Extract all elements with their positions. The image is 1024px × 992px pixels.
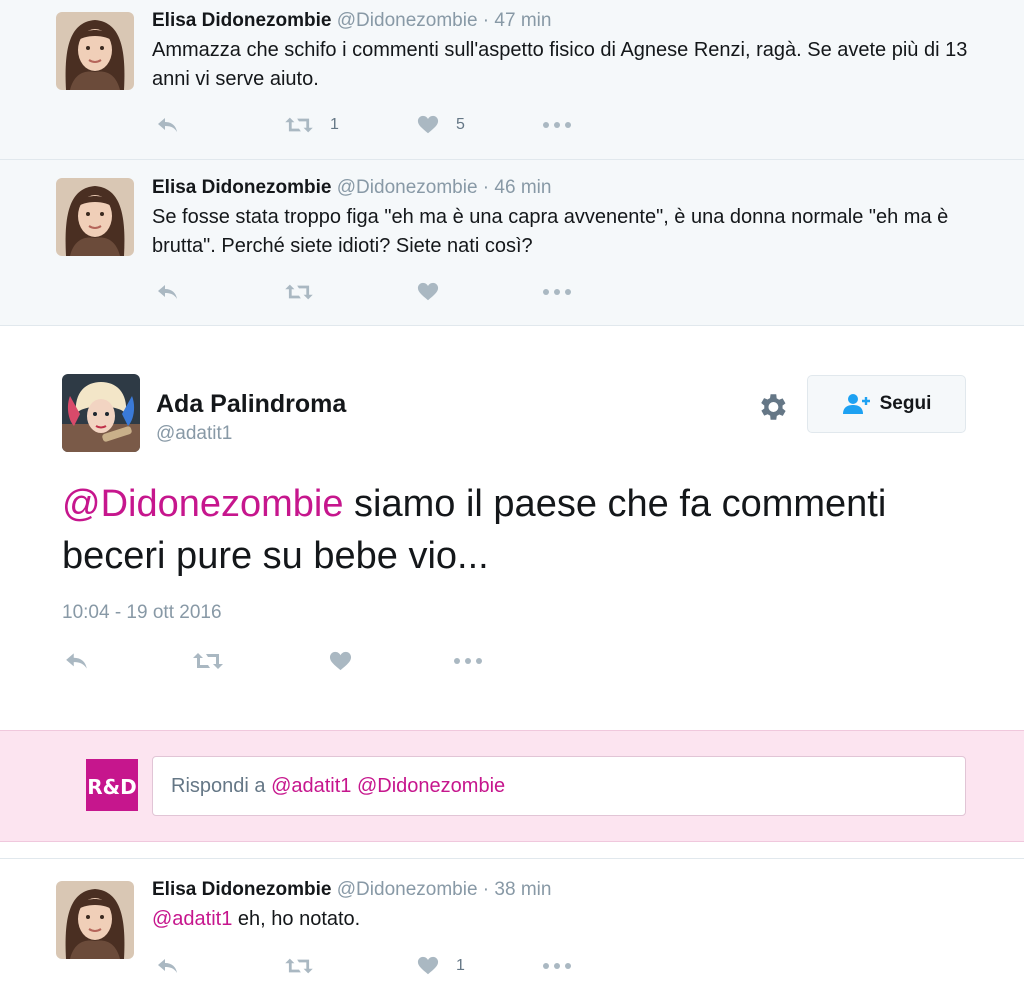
reply-icon xyxy=(156,280,180,304)
main-tweet: Ada Palindroma @adatit1 Segui @Didonezom… xyxy=(0,326,1024,730)
tweet-text: @adatit1 eh, ho notato. xyxy=(152,905,992,934)
avatar-logo-text: R&D xyxy=(87,775,136,799)
reply-icon xyxy=(64,648,90,674)
heart-icon xyxy=(328,650,353,673)
like-count: 1 xyxy=(456,957,465,974)
retweet-button[interactable] xyxy=(192,646,224,676)
avatar[interactable] xyxy=(56,881,134,959)
author-name[interactable]: Elisa Didonezombie xyxy=(152,879,331,900)
like-button[interactable]: 5 xyxy=(416,110,465,140)
retweet-icon xyxy=(192,649,224,673)
reply-placeholder-prefix: Rispondi a xyxy=(171,774,266,797)
avatar-photo xyxy=(56,178,134,256)
retweet-count: 1 xyxy=(330,116,339,133)
heart-icon xyxy=(416,114,440,136)
like-count: 5 xyxy=(456,116,465,133)
retweet-button[interactable] xyxy=(284,951,314,981)
follow-button[interactable]: Segui xyxy=(807,375,966,433)
heart-icon xyxy=(416,955,440,977)
tweet-body: eh, ho notato. xyxy=(232,908,361,930)
tweet-header: Elisa Didonezombie @Didonezombie · 47 mi… xyxy=(152,10,551,32)
separator-dot: · xyxy=(482,177,490,198)
tweet-header: Elisa Didonezombie @Didonezombie · 46 mi… xyxy=(152,177,551,199)
reply-composer: R&D Rispondi a @adatit1 @Didonezombie xyxy=(0,730,1024,842)
tweet-timestamp[interactable]: 10:04 - 19 ott 2016 xyxy=(62,602,222,624)
author-name[interactable]: Elisa Didonezombie xyxy=(152,10,331,31)
tweet-actions xyxy=(62,646,662,678)
more-button[interactable] xyxy=(452,646,484,676)
retweet-button[interactable]: 1 xyxy=(284,110,339,140)
context-tweet-2[interactable]: Elisa Didonezombie @Didonezombie · 46 mi… xyxy=(0,160,1024,326)
avatar-photo xyxy=(56,881,134,959)
more-icon xyxy=(542,288,572,296)
avatar[interactable] xyxy=(56,178,134,256)
mention-link[interactable]: @Didonezombie xyxy=(62,483,344,525)
more-button[interactable] xyxy=(542,110,572,140)
gear-icon xyxy=(761,394,786,420)
tweet-text: @Didonezombie siamo il paese che fa comm… xyxy=(62,478,982,582)
current-user-avatar-logo: R&D xyxy=(86,759,138,811)
reply-button[interactable] xyxy=(64,646,90,676)
avatar[interactable] xyxy=(62,374,140,452)
author-handle[interactable]: @Didonezombie xyxy=(337,10,478,31)
follow-label: Segui xyxy=(879,393,932,414)
retweet-icon xyxy=(284,114,314,136)
current-user-avatar[interactable]: R&D xyxy=(86,759,138,811)
like-button[interactable] xyxy=(328,646,353,676)
mention-link[interactable]: @adatit1 xyxy=(152,908,232,930)
reply-tweet[interactable]: Elisa Didonezombie @Didonezombie · 38 mi… xyxy=(0,858,1024,992)
author-handle[interactable]: @Didonezombie xyxy=(337,879,478,900)
avatar[interactable] xyxy=(56,12,134,90)
author-name[interactable]: Elisa Didonezombie xyxy=(152,177,331,198)
tweet-text: Ammazza che schifo i commenti sull'aspet… xyxy=(152,39,968,90)
retweet-icon xyxy=(284,281,314,303)
reply-button[interactable] xyxy=(156,951,180,981)
more-button[interactable] xyxy=(542,277,572,307)
author-handle[interactable]: @adatit1 xyxy=(156,423,232,445)
tweet-actions xyxy=(152,277,752,307)
heart-icon xyxy=(416,281,440,303)
tweet-actions: 1 xyxy=(152,951,752,981)
avatar-photo xyxy=(56,12,134,90)
more-icon xyxy=(542,121,572,129)
author-handle[interactable]: @Didonezombie xyxy=(337,177,478,198)
more-button[interactable] xyxy=(542,951,572,981)
retweet-button[interactable] xyxy=(284,277,330,307)
reply-button[interactable] xyxy=(156,110,180,140)
separator-dot: · xyxy=(482,879,490,900)
tweet-header: Elisa Didonezombie @Didonezombie · 38 mi… xyxy=(152,879,551,901)
settings-button[interactable] xyxy=(755,390,789,424)
reply-button[interactable] xyxy=(156,277,180,307)
author-name[interactable]: Ada Palindroma xyxy=(156,390,346,419)
reply-input[interactable]: Rispondi a @adatit1 @Didonezombie xyxy=(152,756,966,816)
more-icon xyxy=(542,962,572,970)
tweet-time[interactable]: 47 min xyxy=(494,10,551,31)
more-icon xyxy=(452,657,484,665)
tweet-text: Se fosse stata troppo figa "eh ma è una … xyxy=(152,206,949,257)
tweet-actions: 1 5 xyxy=(152,110,752,140)
context-tweet-1[interactable]: Elisa Didonezombie @Didonezombie · 47 mi… xyxy=(0,0,1024,160)
tweet-time[interactable]: 46 min xyxy=(494,177,551,198)
follow-user-icon xyxy=(842,394,870,414)
reply-placeholder-mentions: @adatit1 @Didonezombie xyxy=(271,774,506,797)
reply-icon xyxy=(156,113,180,137)
like-button[interactable] xyxy=(416,277,456,307)
like-button[interactable]: 1 xyxy=(416,951,465,981)
reply-icon xyxy=(156,954,180,978)
avatar-photo xyxy=(62,374,140,452)
retweet-icon xyxy=(284,955,314,977)
separator-dot: · xyxy=(482,10,490,31)
tweet-time[interactable]: 38 min xyxy=(494,879,551,900)
